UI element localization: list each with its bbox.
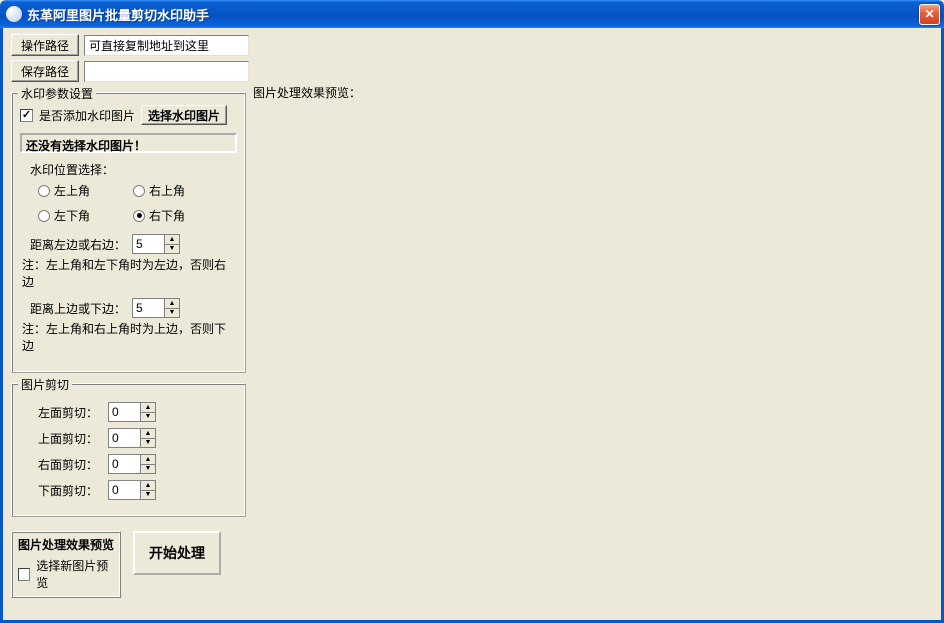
operation-path-row: 操作路径 bbox=[11, 34, 933, 56]
save-path-button[interactable]: 保存路径 bbox=[11, 60, 79, 82]
watermark-status: 还没有选择水印图片！ bbox=[20, 133, 237, 153]
distance-horizontal-input[interactable] bbox=[132, 234, 164, 254]
crop-right-input[interactable] bbox=[108, 454, 140, 474]
crop-right-label: 右面剪切： bbox=[38, 456, 98, 473]
distance-horizontal-label: 距离左边或右边： bbox=[30, 236, 126, 253]
distance-vertical-input[interactable] bbox=[132, 298, 164, 318]
radio-bottom-left-label: 左下角 bbox=[54, 207, 90, 224]
spin-down-icon[interactable]: ▼ bbox=[165, 309, 179, 318]
add-watermark-checkbox[interactable] bbox=[20, 109, 33, 122]
crop-top-spinner[interactable]: ▲▼ bbox=[108, 428, 156, 448]
crop-right-spin-buttons[interactable]: ▲▼ bbox=[140, 454, 156, 474]
spin-down-icon[interactable]: ▼ bbox=[141, 439, 155, 448]
crop-top-input[interactable] bbox=[108, 428, 140, 448]
crop-bottom-input[interactable] bbox=[108, 480, 140, 500]
add-watermark-row: 是否添加水印图片 选择水印图片 bbox=[20, 105, 237, 125]
crop-right-row: 右面剪切： ▲▼ bbox=[38, 454, 237, 474]
watermark-status-mark: ！ bbox=[134, 139, 146, 153]
new-preview-label: 选择新图片预览 bbox=[36, 557, 114, 591]
position-radio-group: 左上角 右上角 左下角 右下角 bbox=[38, 182, 237, 224]
save-path-row: 保存路径 bbox=[11, 60, 933, 82]
spin-up-icon[interactable]: ▲ bbox=[141, 481, 155, 491]
new-preview-checkbox[interactable] bbox=[18, 568, 30, 581]
crop-right-spinner[interactable]: ▲▼ bbox=[108, 454, 156, 474]
crop-group: 图片剪切 左面剪切： ▲▼ 上面剪切： ▲▼ 右面剪切： ▲▼ bbox=[11, 383, 246, 517]
watermark-status-text: 还没有选择水印图片 bbox=[26, 139, 134, 153]
distance-vertical-spin-buttons[interactable]: ▲▼ bbox=[164, 298, 180, 318]
preview-area-label: 图片处理效果预览： bbox=[253, 84, 361, 101]
app-icon bbox=[6, 6, 22, 22]
spin-up-icon[interactable]: ▲ bbox=[141, 429, 155, 439]
spin-up-icon[interactable]: ▲ bbox=[165, 299, 179, 309]
crop-bottom-spin-buttons[interactable]: ▲▼ bbox=[140, 480, 156, 500]
watermark-group-title: 水印参数设置 bbox=[18, 85, 96, 102]
crop-top-row: 上面剪切： ▲▼ bbox=[38, 428, 237, 448]
window-body: 操作路径 保存路径 图片处理效果预览： 水印参数设置 是否添加水印图片 选择水印… bbox=[0, 28, 944, 623]
crop-left-row: 左面剪切： ▲▼ bbox=[38, 402, 237, 422]
crop-top-label: 上面剪切： bbox=[38, 430, 98, 447]
distance-vertical-spinner[interactable]: ▲▼ bbox=[132, 298, 180, 318]
left-panel: 水印参数设置 是否添加水印图片 选择水印图片 还没有选择水印图片！ 水印位置选择… bbox=[11, 92, 246, 598]
crop-bottom-spinner[interactable]: ▲▼ bbox=[108, 480, 156, 500]
distance-vertical-row: 距离上边或下边： ▲▼ bbox=[30, 298, 237, 318]
save-path-input[interactable] bbox=[84, 61, 249, 82]
close-button[interactable]: ✕ bbox=[919, 4, 940, 25]
new-preview-row: 选择新图片预览 bbox=[18, 557, 114, 591]
spin-up-icon[interactable]: ▲ bbox=[165, 235, 179, 245]
radio-bottom-left-dot bbox=[38, 210, 50, 222]
distance-vertical-note: 注：左上角和右上角时为上边，否则下边 bbox=[22, 320, 237, 354]
start-button-label: 开始处理 bbox=[149, 543, 205, 563]
window-title: 东革阿里图片批量剪切水印助手 bbox=[27, 5, 919, 24]
watermark-group: 水印参数设置 是否添加水印图片 选择水印图片 还没有选择水印图片！ 水印位置选择… bbox=[11, 92, 246, 373]
radio-top-right-dot bbox=[133, 185, 145, 197]
crop-top-spin-buttons[interactable]: ▲▼ bbox=[140, 428, 156, 448]
crop-left-spin-buttons[interactable]: ▲▼ bbox=[140, 402, 156, 422]
crop-left-spinner[interactable]: ▲▼ bbox=[108, 402, 156, 422]
radio-bottom-right[interactable]: 右下角 bbox=[133, 207, 228, 224]
title-bar: 东革阿里图片批量剪切水印助手 ✕ bbox=[0, 0, 944, 28]
radio-top-left[interactable]: 左上角 bbox=[38, 182, 133, 199]
spin-down-icon[interactable]: ▼ bbox=[141, 491, 155, 500]
operation-path-button[interactable]: 操作路径 bbox=[11, 34, 79, 56]
position-label: 水印位置选择： bbox=[30, 161, 237, 178]
spin-down-icon[interactable]: ▼ bbox=[165, 245, 179, 254]
radio-top-right[interactable]: 右上角 bbox=[133, 182, 228, 199]
spin-up-icon[interactable]: ▲ bbox=[141, 403, 155, 413]
operation-path-input[interactable] bbox=[84, 35, 249, 56]
select-watermark-button[interactable]: 选择水印图片 bbox=[141, 105, 227, 125]
distance-horizontal-row: 距离左边或右边： ▲▼ bbox=[30, 234, 237, 254]
radio-top-left-dot bbox=[38, 185, 50, 197]
radio-top-right-label: 右上角 bbox=[149, 182, 185, 199]
add-watermark-label: 是否添加水印图片 bbox=[39, 107, 135, 124]
start-button[interactable]: 开始处理 bbox=[133, 531, 221, 575]
spin-down-icon[interactable]: ▼ bbox=[141, 465, 155, 474]
radio-bottom-right-label: 右下角 bbox=[149, 207, 185, 224]
crop-bottom-row: 下面剪切： ▲▼ bbox=[38, 480, 237, 500]
distance-vertical-label: 距离上边或下边： bbox=[30, 300, 126, 317]
radio-top-left-label: 左上角 bbox=[54, 182, 90, 199]
distance-horizontal-note: 注：左上角和左下角时为左边，否则右边 bbox=[22, 256, 237, 290]
crop-left-input[interactable] bbox=[108, 402, 140, 422]
spin-up-icon[interactable]: ▲ bbox=[141, 455, 155, 465]
distance-horizontal-spin-buttons[interactable]: ▲▼ bbox=[164, 234, 180, 254]
preview-control-header: 图片处理效果预览 bbox=[18, 536, 114, 553]
crop-left-label: 左面剪切： bbox=[38, 404, 98, 421]
radio-bottom-left[interactable]: 左下角 bbox=[38, 207, 133, 224]
radio-bottom-right-dot bbox=[133, 210, 145, 222]
preview-control-box: 图片处理效果预览 选择新图片预览 bbox=[11, 531, 121, 598]
distance-horizontal-spinner[interactable]: ▲▼ bbox=[132, 234, 180, 254]
crop-bottom-label: 下面剪切： bbox=[38, 482, 98, 499]
bottom-actions: 图片处理效果预览 选择新图片预览 开始处理 bbox=[11, 531, 246, 598]
spin-down-icon[interactable]: ▼ bbox=[141, 413, 155, 422]
crop-group-title: 图片剪切 bbox=[18, 376, 72, 393]
